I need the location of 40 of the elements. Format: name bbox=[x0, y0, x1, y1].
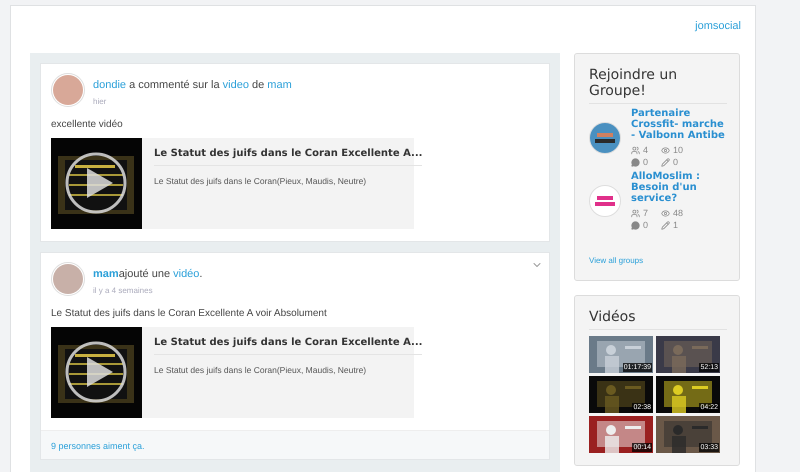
video-title: Le Statut des juifs dans le Coran Excellente A... bbox=[154, 148, 422, 166]
card-title: Vidéos bbox=[589, 309, 727, 330]
activity-link[interactable]: vidéo bbox=[173, 268, 200, 280]
video-title: Le Statut des juifs dans le Coran Excellente A... bbox=[154, 337, 422, 355]
comment-icon bbox=[631, 158, 640, 166]
views-count: 10 bbox=[673, 145, 684, 155]
comment-icon bbox=[631, 220, 640, 230]
edits-count: 1 bbox=[673, 220, 678, 230]
pencil-icon bbox=[661, 158, 670, 166]
activity-link[interactable]: video bbox=[222, 78, 249, 90]
members-count: 4 bbox=[643, 145, 648, 155]
video-description: Le Statut des juifs dans le Coran(Pieux, Maudis, Neutre) bbox=[154, 176, 368, 186]
post-message: excellente vidéo bbox=[51, 119, 124, 130]
activity-link[interactable]: mam bbox=[267, 78, 292, 90]
group-link[interactable]: AlloMoslim : Besoin d'un service? bbox=[631, 171, 727, 204]
view-all-link[interactable]: View all groups bbox=[589, 256, 644, 265]
likes-link[interactable]: 9 personnes aiment ça. bbox=[51, 441, 145, 451]
avatar bbox=[51, 73, 85, 107]
timestamp: il y a 4 semaines bbox=[93, 286, 154, 294]
views-icon bbox=[661, 208, 670, 218]
activity-text: dondie a commenté sur la video de mam bbox=[93, 78, 292, 90]
video-description: Le Statut des juifs dans le Coran(Pieux, Maudis, Neutre) bbox=[154, 365, 368, 375]
activity-link[interactable]: dondie bbox=[93, 78, 126, 90]
card-title: Rejoindre un Groupe! bbox=[589, 67, 727, 104]
views-count: 48 bbox=[673, 208, 684, 218]
views-icon bbox=[661, 146, 670, 154]
comments-count: 0 bbox=[643, 157, 648, 167]
post-message: Le Statut des juifs dans le Coran Excellente A voir Absolument bbox=[51, 308, 328, 319]
comments-count: 0 bbox=[643, 220, 648, 230]
members-icon bbox=[631, 146, 640, 154]
group-link[interactable]: Partenaire Crossfit- marche - Valbonn Antibe bbox=[631, 108, 727, 141]
avatar bbox=[51, 262, 85, 296]
activity-text: mamajouté une vidéo. bbox=[93, 268, 202, 280]
members-icon bbox=[631, 208, 640, 218]
edits-count: 0 bbox=[673, 157, 678, 167]
pencil-icon bbox=[661, 220, 670, 230]
activity-link[interactable]: mam bbox=[93, 268, 119, 280]
brand-link[interactable]: jomsocial bbox=[695, 20, 741, 38]
members-count: 7 bbox=[643, 208, 648, 218]
timestamp: hier bbox=[93, 96, 108, 106]
